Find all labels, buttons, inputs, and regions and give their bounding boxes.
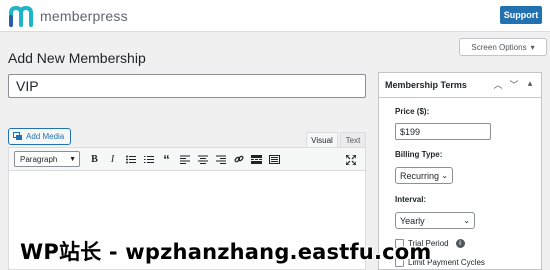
blockquote-icon[interactable]: “ (158, 151, 175, 167)
fullscreen-icon[interactable] (342, 152, 359, 168)
membership-title-input[interactable] (8, 74, 366, 98)
chevron-down-icon: ⌄ (441, 171, 448, 180)
move-down-icon[interactable]: ﹀ (509, 78, 519, 91)
price-label: Price ($): (395, 107, 430, 116)
panel-controls: ︿ ﹀ ▴ (493, 78, 535, 91)
brand-name: memberpress (40, 8, 128, 24)
page-title: Add New Membership (8, 50, 146, 66)
price-input[interactable] (395, 123, 491, 140)
numbered-list-icon[interactable] (140, 151, 157, 167)
support-button[interactable]: Support (500, 6, 542, 24)
caret-down-icon: ▾ (530, 42, 535, 52)
interval-value: Yearly (400, 215, 425, 226)
screen-options-button[interactable]: Screen Options ▾ (459, 38, 547, 56)
link-icon[interactable] (230, 151, 247, 167)
editor-toolbar: Paragraph ▼ B I “ (8, 147, 366, 171)
add-media-label: Add Media (26, 132, 65, 141)
bold-icon[interactable]: B (86, 151, 103, 167)
format-select-value: Paragraph (20, 154, 58, 164)
top-bar: memberpress Support (0, 0, 550, 32)
interval-label: Interval: (395, 195, 427, 204)
chevron-down-icon: ⌄ (463, 216, 470, 225)
align-left-icon[interactable] (176, 151, 193, 167)
tab-visual[interactable]: Visual (306, 132, 338, 147)
billing-type-select[interactable]: Recurring ⌄ (395, 167, 453, 184)
media-icon (13, 132, 22, 140)
align-center-icon[interactable] (194, 151, 211, 167)
add-media-button[interactable]: Add Media (8, 128, 71, 145)
billing-type-label: Billing Type: (395, 150, 443, 159)
interval-select[interactable]: Yearly ⌄ (395, 212, 475, 229)
bullet-list-icon[interactable] (122, 151, 139, 167)
memberpress-logo-icon (9, 5, 33, 27)
collapse-icon[interactable]: ▴ (525, 78, 535, 91)
move-up-icon[interactable]: ︿ (493, 78, 503, 91)
screen-options-label: Screen Options (471, 42, 527, 52)
read-more-icon[interactable] (248, 151, 265, 167)
watermark-text: WP站长 - wpzhanzhang.eastfu.com (20, 240, 432, 264)
chevron-down-icon: ▼ (69, 155, 76, 163)
italic-icon[interactable]: I (104, 151, 121, 167)
toolbar-toggle-icon[interactable] (266, 151, 283, 167)
tab-text[interactable]: Text (340, 132, 366, 147)
format-select[interactable]: Paragraph ▼ (14, 151, 80, 167)
billing-type-value: Recurring (400, 170, 440, 181)
panel-title: Membership Terms (385, 80, 467, 90)
info-icon[interactable]: i (455, 239, 465, 248)
align-right-icon[interactable] (212, 151, 229, 167)
